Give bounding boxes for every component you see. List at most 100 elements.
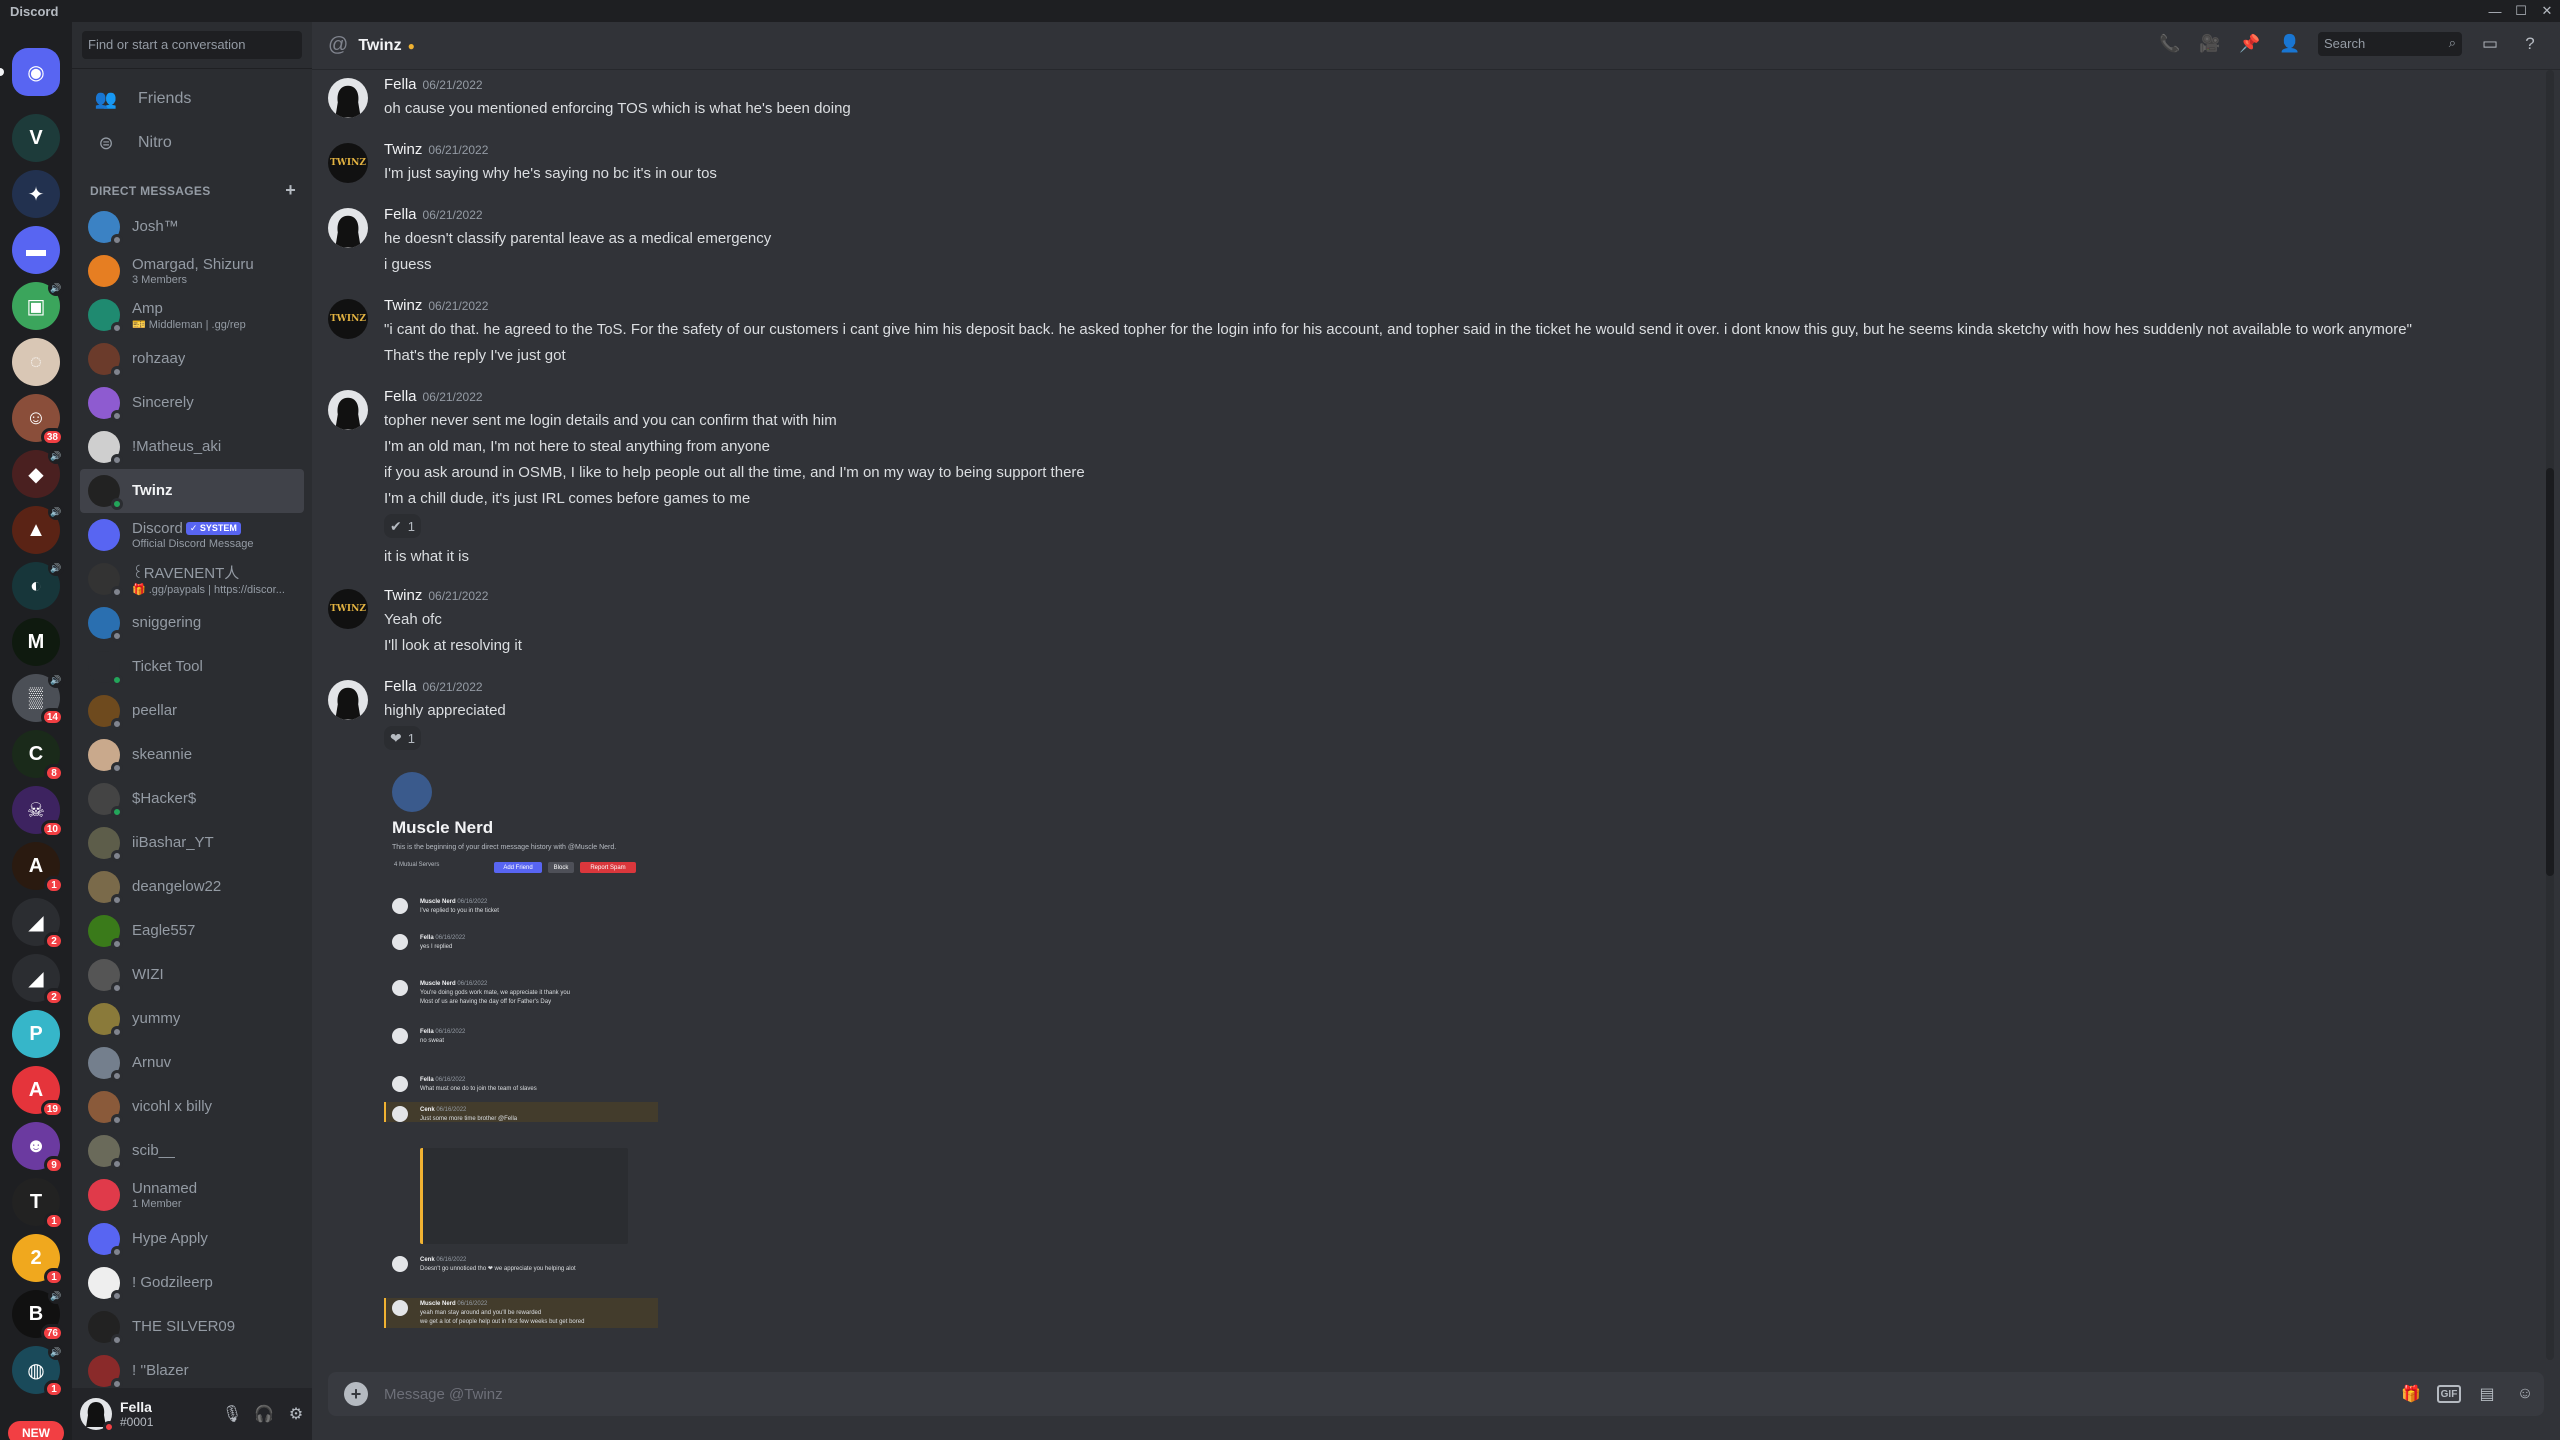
voice-call-icon[interactable]: 📞 — [2158, 32, 2182, 56]
speaker-icon: 🔊 — [48, 448, 64, 464]
server-icon[interactable]: ▒ 🔊 14 — [12, 672, 64, 726]
dm-item[interactable]: peellar — [80, 689, 304, 733]
message-author[interactable]: Twinz — [384, 297, 422, 314]
gift-icon[interactable]: 🎁 — [2399, 1382, 2423, 1406]
deafen-headphones-icon[interactable]: 🎧 — [248, 1398, 280, 1430]
avatar[interactable]: TWINZ — [328, 143, 368, 183]
avatar[interactable] — [328, 680, 368, 720]
image-attachment[interactable]: Muscle Nerd This is the beginning of you… — [384, 770, 658, 1366]
home-server-button[interactable]: ◉ — [0, 48, 60, 96]
server-icon[interactable]: C8 — [12, 730, 64, 782]
reaction[interactable]: ❤ 1 — [384, 726, 421, 750]
nav-nitro[interactable]: ⊜ Nitro — [80, 122, 304, 164]
dm-item[interactable]: Eagle557 — [80, 909, 304, 953]
dm-item[interactable]: Arnuv — [80, 1041, 304, 1085]
help-icon[interactable]: ? — [2518, 32, 2542, 56]
server-icon[interactable]: ▣ 🔊 — [12, 280, 64, 330]
reaction[interactable]: ✔ 1 — [384, 514, 421, 538]
dm-item[interactable]: THE SILVER09 — [80, 1305, 304, 1349]
server-icon[interactable]: T1 — [12, 1178, 64, 1230]
dm-item[interactable]: scib__ — [80, 1129, 304, 1173]
server-icon[interactable]: B 🔊 76 — [12, 1288, 64, 1342]
mute-microphone-icon[interactable]: 🎙 — [216, 1398, 248, 1430]
avatar[interactable] — [328, 390, 368, 430]
dm-item[interactable]: rohzaay — [80, 337, 304, 381]
server-icon[interactable]: V — [12, 114, 60, 162]
minimize-button[interactable]: — — [2482, 0, 2508, 22]
server-icon[interactable]: ☠ 10 — [12, 786, 64, 838]
server-icon[interactable]: ◆ 🔊 — [12, 448, 64, 498]
dm-item[interactable]: deangelow22 — [80, 865, 304, 909]
dm-item[interactable]: Amp 🎫 Middleman | .gg/rep — [80, 293, 304, 337]
server-icon[interactable]: A 19 — [12, 1066, 64, 1118]
server-icon[interactable]: ◌ — [12, 338, 60, 386]
dm-item[interactable]: sniggering — [80, 601, 304, 645]
emoji-icon[interactable]: ☺ — [2513, 1382, 2537, 1406]
avatar[interactable]: TWINZ — [328, 589, 368, 629]
server-icon[interactable]: ▲ 🔊 — [12, 504, 64, 554]
message-timestamp: 06/21/2022 — [428, 299, 489, 313]
close-button[interactable]: ✕ — [2534, 0, 2560, 22]
message-author[interactable]: Fella — [384, 76, 417, 93]
create-dm-plus-icon[interactable]: + — [285, 181, 296, 199]
message-author[interactable]: Fella — [384, 206, 417, 223]
server-icon[interactable]: ☺ 38 — [12, 394, 64, 446]
dm-item[interactable]: iiBashar_YT — [80, 821, 304, 865]
dm-item[interactable]: vicohl x billy — [80, 1085, 304, 1129]
dm-item[interactable]: Josh™ — [80, 205, 304, 249]
header-search-input[interactable]: Search ⌕ — [2318, 32, 2462, 56]
find-conversation-input[interactable]: Find or start a conversation — [82, 31, 302, 59]
server-icon[interactable]: ☻ 9 — [12, 1122, 64, 1174]
inbox-icon[interactable]: ▭ — [2478, 32, 2502, 56]
sticker-icon[interactable]: ▤ — [2475, 1382, 2499, 1406]
dm-item[interactable]: ! ''Blazer — [80, 1349, 304, 1393]
avatar[interactable] — [80, 1398, 115, 1433]
dm-item[interactable]: !Matheus_aki — [80, 425, 304, 469]
message-text: it is what it is — [384, 548, 470, 565]
avatar[interactable] — [328, 208, 368, 248]
dm-item[interactable]: skeannie — [80, 733, 304, 777]
dm-item[interactable]: Unnamed 1 Member — [80, 1173, 304, 1217]
nav-friends[interactable]: 👥 Friends — [80, 78, 304, 120]
dm-item[interactable]: Hype Apply — [80, 1217, 304, 1261]
add-friends-to-dm-icon[interactable]: 👤 — [2278, 32, 2302, 56]
message-author[interactable]: Twinz — [384, 587, 422, 604]
add-attachment-plus-icon[interactable]: + — [344, 1382, 368, 1406]
server-icon[interactable]: ◐ 🔊 — [12, 560, 64, 610]
scrollbar-thumb[interactable] — [2546, 468, 2554, 876]
status-dot-icon — [111, 982, 123, 994]
server-icon[interactable]: ▬ — [12, 226, 60, 274]
dm-item[interactable]: ꒰RAVENENT人 🎁 .gg/paypals | https://discor… — [80, 557, 304, 601]
message-author[interactable]: Fella — [384, 388, 417, 405]
server-icon[interactable]: ◍ 🔊 1 — [12, 1344, 64, 1398]
status-dot-icon — [111, 850, 123, 862]
pinned-messages-icon[interactable]: 📌 — [2238, 32, 2262, 56]
avatar[interactable] — [328, 78, 368, 118]
message-author[interactable]: Fella — [384, 678, 417, 695]
dm-item[interactable]: yummy — [80, 997, 304, 1041]
message-composer[interactable]: + Message @Twinz 🎁 GIF ▤ ☺ — [328, 1372, 2544, 1416]
new-unreads-pill[interactable]: NEW — [8, 1421, 64, 1440]
user-panel: Fella #0001 🎙 🎧 ⚙ — [72, 1388, 312, 1440]
video-call-icon[interactable]: 🎥 — [2198, 32, 2222, 56]
dm-item[interactable]: ! Godzileerp — [80, 1261, 304, 1305]
message-author[interactable]: Twinz — [384, 141, 422, 158]
server-icon[interactable]: A1 — [12, 842, 64, 894]
dm-item[interactable]: Ticket Tool — [80, 645, 304, 689]
avatar[interactable]: TWINZ — [328, 299, 368, 339]
dm-item[interactable]: Sincerely — [80, 381, 304, 425]
server-icon[interactable]: 21 — [12, 1234, 64, 1286]
maximize-button[interactable]: ☐ — [2508, 0, 2534, 22]
server-icon[interactable]: P — [12, 1010, 60, 1058]
server-icon[interactable]: M — [12, 618, 60, 666]
server-icon[interactable]: ◢ 2 — [12, 898, 64, 950]
dm-item[interactable]: $Hacker$ — [80, 777, 304, 821]
dm-item[interactable]: Discord ✓ SYSTEM Official Discord Message — [80, 513, 304, 557]
server-icon[interactable]: ✦ — [12, 170, 60, 218]
dm-item[interactable]: Twinz — [80, 469, 304, 513]
user-settings-gear-icon[interactable]: ⚙ — [280, 1398, 312, 1430]
dm-item[interactable]: Omargad, Shizuru 3 Members — [80, 249, 304, 293]
server-icon[interactable]: ◢ 2 — [12, 954, 64, 1006]
gif-icon[interactable]: GIF — [2437, 1385, 2461, 1403]
dm-item[interactable]: WIZI — [80, 953, 304, 997]
